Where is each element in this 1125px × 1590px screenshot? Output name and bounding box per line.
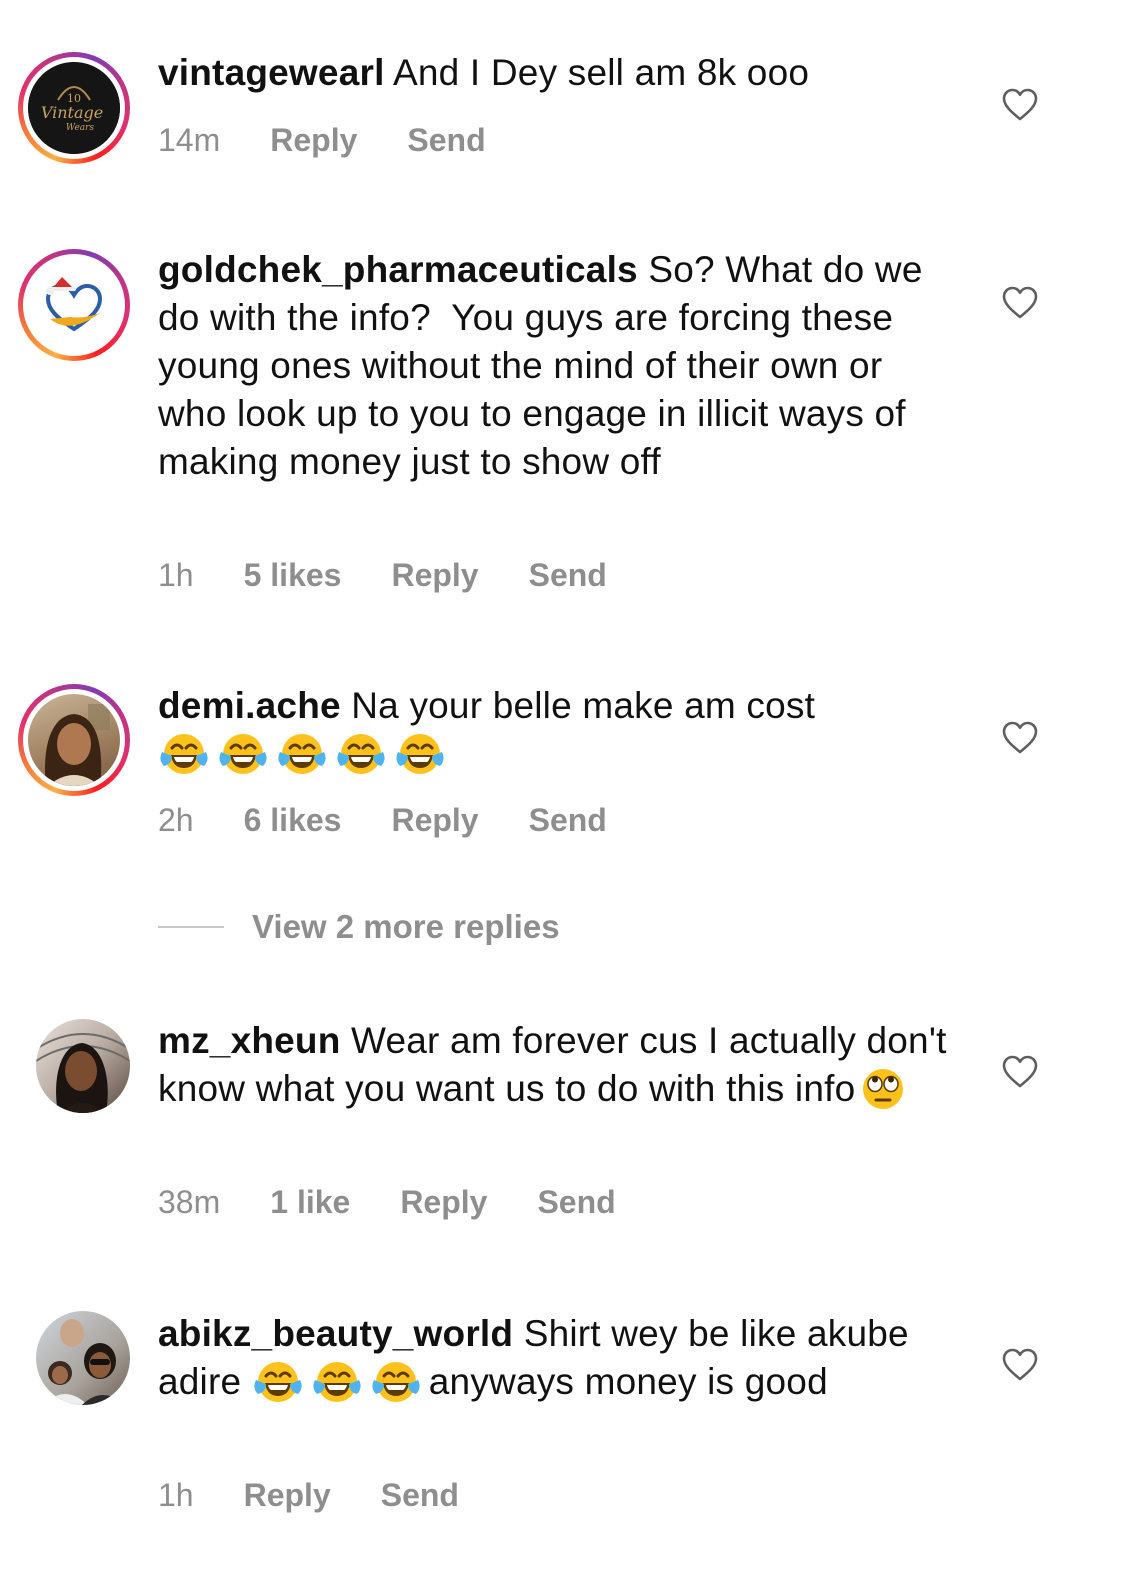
comment-text: mz_xheun Wear am forever cus I actually …	[158, 1017, 948, 1113]
comment-body: Na your belle make am cost	[351, 685, 816, 726]
avatar[interactable]	[18, 684, 130, 796]
goldchek-logo-icon	[45, 277, 103, 332]
heart-outline-icon[interactable]	[1002, 88, 1038, 122]
comment-body-continued: anyways money is good	[428, 1361, 828, 1402]
comment-meta: 38m 1 like Reply Send	[158, 1184, 616, 1221]
emoji-row	[158, 733, 453, 774]
reply-button[interactable]: Reply	[391, 802, 478, 839]
tears-of-joy-icon	[394, 730, 446, 776]
send-button[interactable]: Send	[529, 802, 607, 839]
heart-outline-icon[interactable]	[1002, 1055, 1038, 1089]
timestamp: 38m	[158, 1184, 221, 1220]
avatar[interactable]	[18, 249, 130, 361]
svg-text:Wears: Wears	[66, 123, 95, 133]
likes-count[interactable]: 5 likes	[244, 557, 342, 594]
comment-text: demi.ache Na your belle make am cost	[158, 682, 958, 778]
timestamp: 14m	[158, 122, 221, 158]
send-button[interactable]: Send	[529, 557, 607, 594]
timestamp: 2h	[158, 802, 194, 838]
tears-of-joy-icon	[335, 730, 387, 776]
profile-photo-icon	[45, 704, 110, 786]
likes-count[interactable]: 6 likes	[244, 802, 342, 839]
send-button[interactable]: Send	[537, 1184, 615, 1221]
comment-meta: 2h 6 likes Reply Send	[158, 802, 607, 839]
username[interactable]: goldchek_pharmaceuticals	[158, 249, 638, 290]
avatar[interactable]	[36, 1311, 130, 1405]
heart-outline-icon[interactable]	[1002, 286, 1038, 320]
send-button[interactable]: Send	[407, 122, 485, 159]
comment-meta: 14m Reply Send	[158, 122, 486, 159]
tears-of-joy-icon	[276, 730, 328, 776]
heart-outline-icon[interactable]	[1002, 721, 1038, 755]
reply-button[interactable]: Reply	[244, 1477, 331, 1514]
tears-of-joy-icon	[311, 1358, 363, 1404]
likes-count[interactable]: 1 like	[270, 1184, 350, 1221]
profile-photo-icon	[44, 1319, 126, 1405]
reply-button[interactable]: Reply	[270, 122, 357, 159]
vintage-logo-icon: 10 Vintage Wears	[28, 62, 120, 154]
avatar[interactable]	[36, 1019, 130, 1113]
tears-of-joy-icon	[158, 730, 210, 776]
heart-outline-icon[interactable]	[1002, 1348, 1038, 1382]
divider	[158, 926, 224, 928]
send-button[interactable]: Send	[381, 1477, 459, 1514]
avatar[interactable]: 10 Vintage Wears	[18, 52, 130, 164]
comment-text: vintagewearl And I Dey sell am 8k ooo	[158, 49, 958, 97]
tears-of-joy-icon	[370, 1358, 422, 1404]
comment-body: And I Dey sell am 8k ooo	[393, 52, 810, 93]
username[interactable]: abikz_beauty_world	[158, 1313, 513, 1354]
comment-text: goldchek_pharmaceuticals So? What do we …	[158, 246, 948, 486]
view-more-label: View 2 more replies	[252, 908, 560, 945]
tears-of-joy-icon	[217, 730, 269, 776]
comment-meta: 1h 5 likes Reply Send	[158, 557, 607, 594]
comment-meta: 1h Reply Send	[158, 1477, 459, 1514]
username[interactable]: mz_xheun	[158, 1020, 341, 1061]
reply-button[interactable]: Reply	[391, 557, 478, 594]
timestamp: 1h	[158, 1477, 194, 1513]
svg-text:Vintage: Vintage	[41, 103, 103, 122]
reply-button[interactable]: Reply	[400, 1184, 487, 1221]
username[interactable]: vintagewearl	[158, 52, 385, 93]
comment-text: abikz_beauty_world Shirt wey be like aku…	[158, 1310, 948, 1406]
username[interactable]: demi.ache	[158, 685, 341, 726]
rolling-eyes-icon	[857, 1065, 909, 1111]
profile-photo-icon	[36, 1033, 130, 1113]
timestamp: 1h	[158, 557, 194, 593]
tears-of-joy-icon	[252, 1358, 304, 1404]
view-more-replies-button[interactable]: View 2 more replies	[158, 908, 560, 946]
